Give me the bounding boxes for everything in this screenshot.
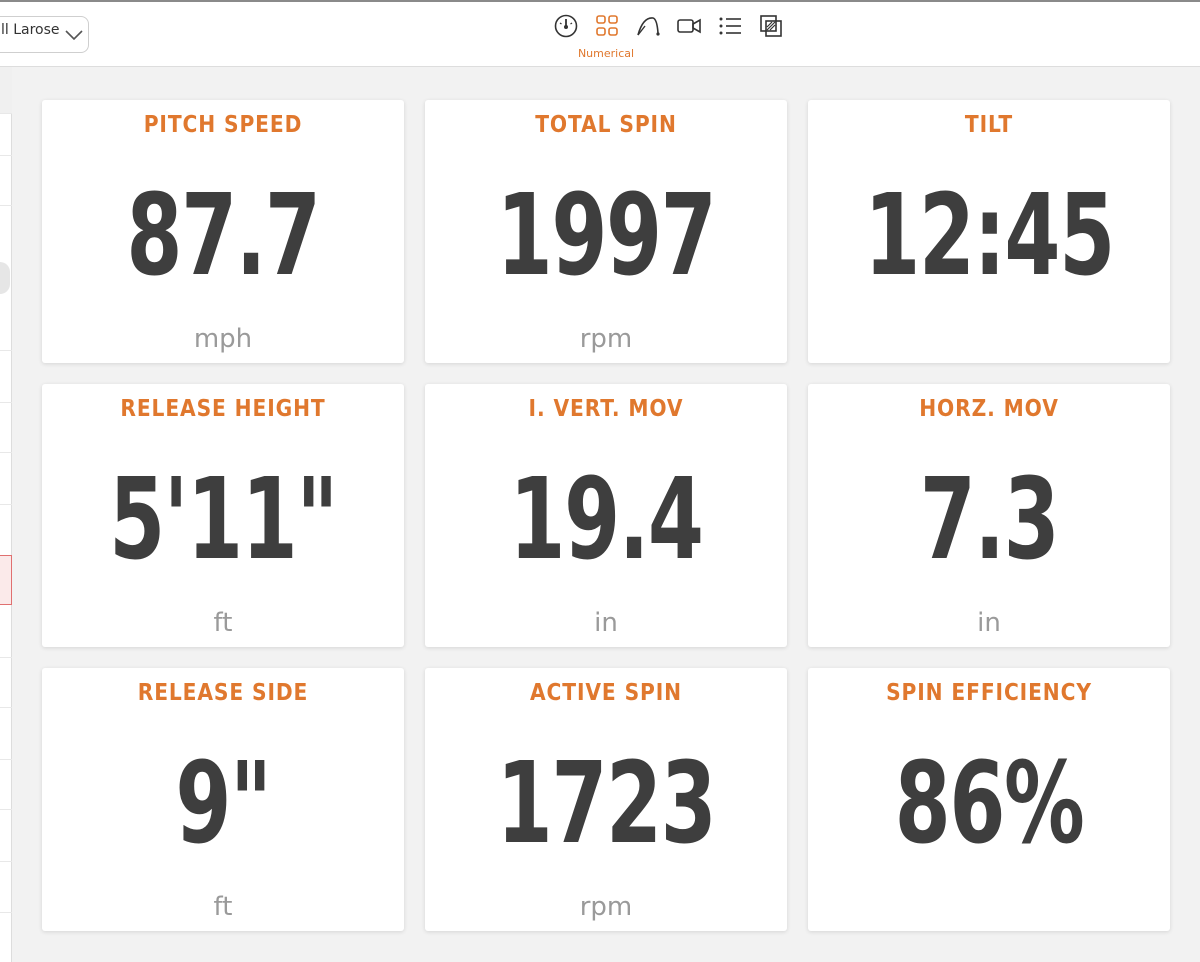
metric-title: RELEASE SIDE <box>137 680 309 706</box>
metric-value: 87.7 <box>126 171 321 301</box>
metric-unit: in <box>977 608 1001 638</box>
player-name: ll Larose <box>1 22 60 38</box>
metric-card-tilt: TILT 12:45 <box>808 100 1170 363</box>
active-view-label: Numerical <box>577 47 635 60</box>
metric-unit: mph <box>193 324 253 354</box>
metric-unit: rpm <box>579 324 633 354</box>
metric-value: 9" <box>175 739 272 869</box>
metric-title: ACTIVE SPIN <box>530 680 682 706</box>
metric-unit: in <box>594 608 618 638</box>
metric-unit: ft <box>213 892 233 922</box>
sidebar-row[interactable] <box>0 861 12 862</box>
video-icon[interactable] <box>675 12 702 40</box>
metrics-grid: PITCH SPEED 87.7 mph TOTAL SPIN 1997 rpm… <box>42 100 1170 932</box>
view-switcher <box>552 12 798 42</box>
metric-card-ivert-mov: I. VERT. MOV 19.4 in <box>425 384 787 647</box>
sidebar-row[interactable] <box>0 809 12 810</box>
sidebar-row[interactable] <box>0 657 12 658</box>
sidebar-selected-row[interactable] <box>0 555 12 605</box>
sidebar-row[interactable] <box>0 707 12 708</box>
metric-value: 1723 <box>496 739 717 869</box>
metric-value: 12:45 <box>864 171 1115 301</box>
sidebar-row[interactable] <box>0 504 12 505</box>
top-bar: ll Larose Numerical <box>0 0 1200 67</box>
metric-title: I. VERT. MOV <box>528 396 684 422</box>
sidebar-row[interactable] <box>0 452 12 453</box>
metric-title: HORZ. MOV <box>919 396 1059 422</box>
metric-card-release-side: RELEASE SIDE 9" ft <box>42 668 404 931</box>
sidebar-row[interactable] <box>0 912 12 913</box>
metric-value: 1997 <box>496 171 717 301</box>
metric-unit: rpm <box>579 892 633 922</box>
metric-card-total-spin: TOTAL SPIN 1997 rpm <box>425 100 787 363</box>
sidebar-row[interactable] <box>0 205 12 206</box>
metric-title: TOTAL SPIN <box>535 112 677 138</box>
metric-card-active-spin: ACTIVE SPIN 1723 rpm <box>425 668 787 931</box>
metric-unit: ft <box>213 608 233 638</box>
player-select[interactable]: ll Larose <box>0 16 89 53</box>
list-icon[interactable] <box>716 12 743 40</box>
sidebar-row[interactable] <box>0 759 12 760</box>
sidebar-row[interactable] <box>0 350 12 351</box>
metric-card-release-height: RELEASE HEIGHT 5'11" ft <box>42 384 404 647</box>
sidebar-row[interactable] <box>0 155 12 156</box>
left-sidebar <box>0 67 12 962</box>
metric-value: 86% <box>894 739 1085 869</box>
grid-icon[interactable] <box>593 12 620 40</box>
metric-title: TILT <box>964 112 1014 138</box>
overlay-icon[interactable] <box>757 12 784 40</box>
sidebar-row[interactable] <box>0 402 12 403</box>
sidebar-header <box>0 67 12 113</box>
metric-card-spin-efficiency: SPIN EFFICIENCY 86% <box>808 668 1170 931</box>
sidebar-toggle[interactable] <box>0 262 10 294</box>
metric-value: 19.4 <box>509 455 704 585</box>
metric-card-horz-mov: HORZ. MOV 7.3 in <box>808 384 1170 647</box>
gauge-icon[interactable] <box>552 12 579 40</box>
metric-title: RELEASE HEIGHT <box>120 396 326 422</box>
metric-title: SPIN EFFICIENCY <box>886 680 1092 706</box>
metric-value: 5'11" <box>109 455 338 585</box>
trajectory-icon[interactable] <box>634 12 661 40</box>
metric-value: 7.3 <box>919 455 1060 585</box>
metric-title: PITCH SPEED <box>143 112 303 138</box>
chevron-down-icon <box>65 30 83 41</box>
sidebar-row[interactable] <box>0 113 12 114</box>
metric-card-pitch-speed: PITCH SPEED 87.7 mph <box>42 100 404 363</box>
